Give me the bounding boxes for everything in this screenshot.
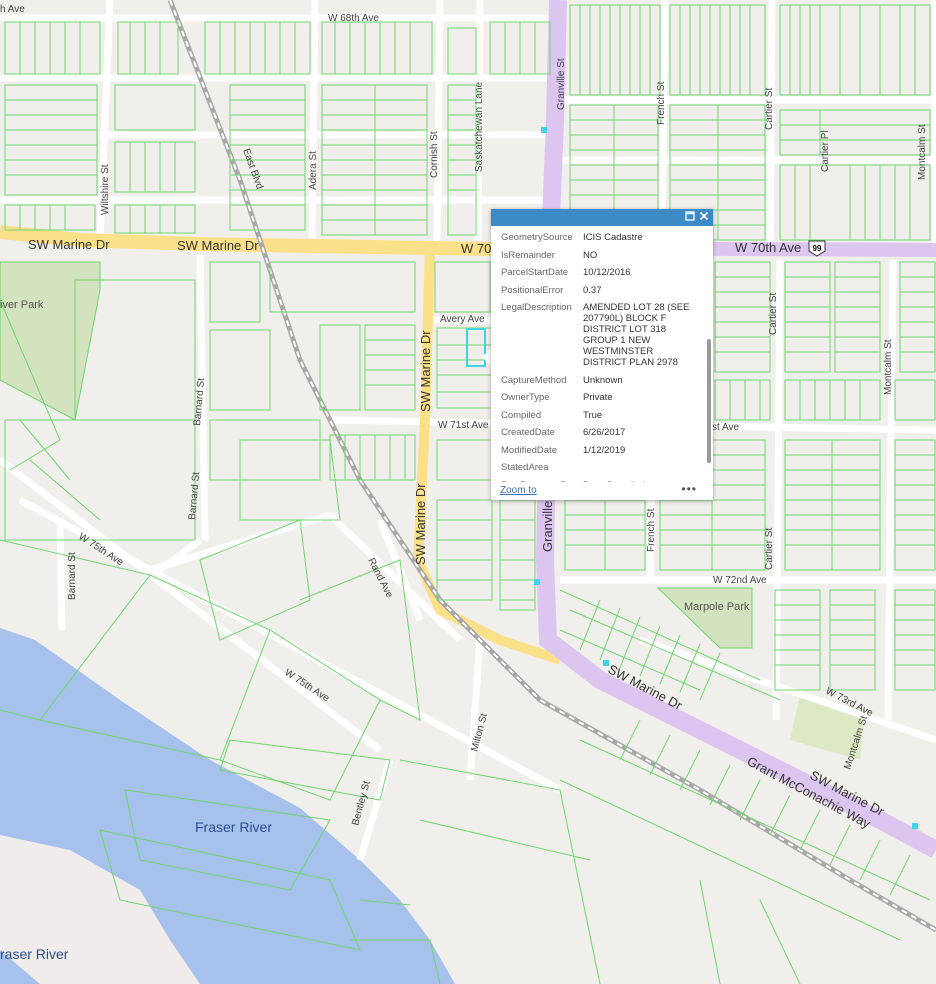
transit-stop-icon	[912, 823, 918, 829]
close-icon[interactable]	[697, 210, 711, 224]
street-label: W 68th Ave	[328, 13, 379, 24]
popup-pointer	[482, 348, 491, 366]
street-label: Cornish St	[429, 131, 440, 178]
street-label: Avery Ave	[440, 314, 485, 325]
street-label: Cartier St	[764, 528, 775, 570]
attribute-value: Unknown	[583, 374, 623, 386]
attribute-value: 10/12/2016	[583, 267, 631, 278]
attribute-row: Compiled True	[501, 410, 703, 421]
attribute-value: AMENDED LOT 28 (SEE 207790L) BLOCK F DIS…	[583, 302, 690, 368]
street-label: Montcalm St	[917, 124, 928, 180]
popup-footer: Zoom to •••	[491, 482, 713, 500]
street-label: Granville St	[556, 58, 567, 110]
street-label: W 72nd Ave	[713, 575, 767, 586]
transit-stop-icon	[534, 579, 540, 585]
attribute-value: Private	[583, 392, 613, 403]
maximize-icon[interactable]	[683, 210, 697, 224]
street-label: SW Marine Dr	[28, 237, 110, 252]
attribute-key: ModifiedDate	[501, 444, 557, 456]
street-label: st Ave	[712, 422, 739, 433]
attribute-key: GeometrySource	[501, 232, 573, 243]
street-label: Granville	[540, 501, 555, 552]
popup-scrollbar[interactable]	[707, 339, 711, 463]
attribute-row: GeometrySource ICIS Cadastre	[501, 232, 703, 243]
popup-header	[491, 209, 713, 226]
water-label: raser River	[0, 946, 69, 962]
street-label: French St	[646, 508, 657, 552]
attribute-key: Compiled	[501, 409, 542, 421]
street-label: W 70	[461, 241, 491, 256]
street-label: Wiltshire St	[100, 164, 111, 215]
street-label: SW Marine Dr	[177, 238, 259, 253]
attribute-key: StatedArea	[501, 462, 549, 473]
attribute-key: ParcelStartDate	[501, 267, 569, 278]
attribute-row: CreatedDate 6/26/2017	[501, 427, 703, 438]
transit-stop-icon	[541, 127, 547, 133]
street-label: Cartier St	[764, 88, 775, 130]
street-label: SW Marine Dr	[413, 483, 428, 565]
street-label: W 70th Ave	[735, 240, 801, 255]
attribute-value: 6/26/2017	[583, 427, 626, 438]
attribute-value: 1/12/2019	[583, 444, 626, 456]
street-label: h Ave	[0, 4, 25, 15]
attribute-value	[583, 462, 699, 473]
street-label: W 71st Ave	[438, 420, 489, 431]
attribute-value: NO	[583, 249, 598, 261]
street-label: Montcalm St	[883, 339, 894, 395]
attribute-row: LegalDescription AMENDED LOT 28 (SEE 2077…	[501, 302, 703, 368]
attribute-row: StatedArea	[501, 462, 703, 473]
more-options-button[interactable]: •••	[681, 482, 697, 496]
attribute-value: True	[583, 409, 603, 421]
street-label: SW Marine Dr	[418, 330, 433, 412]
street-label: French St	[656, 81, 667, 125]
attribute-value: ICIS Cadastre	[583, 232, 643, 243]
attribute-value: 0.37	[583, 284, 602, 296]
attribute-key: OwnerType	[501, 392, 550, 403]
attribute-row: CaptureMethod Unknown	[501, 375, 703, 386]
attribute-row: ParcelStartDate 10/12/2016	[501, 267, 703, 278]
park-label: iver Park	[0, 299, 44, 311]
street-label: Saskatchewan Lane	[474, 81, 485, 172]
street-label: Adera St	[308, 151, 319, 190]
zoom-to-link[interactable]: Zoom to	[500, 485, 537, 496]
attribute-key: LegalDescription	[501, 302, 572, 313]
attribute-row: PositionalError 0.37	[501, 285, 703, 296]
street-label: Cartier St	[768, 293, 779, 335]
attribute-row: IsRemainder NO	[501, 250, 703, 261]
street-label: Cartier Pl	[820, 130, 831, 172]
attribute-key: CreatedDate	[501, 427, 555, 438]
attribute-row: OwnerType Private	[501, 392, 703, 403]
popup-attribute-table[interactable]: GeometrySource ICIS Cadastre IsRemainder N…	[491, 226, 703, 488]
attribute-key: IsRemainder	[501, 249, 555, 261]
street-label: Barnard St	[67, 552, 78, 600]
attribute-key: PositionalError	[501, 284, 564, 296]
feature-popup: GeometrySource ICIS Cadastre IsRemainder N…	[491, 209, 713, 500]
water-label: Fraser River	[195, 819, 272, 835]
highway-99-label: 99	[813, 244, 822, 253]
attribute-key: CaptureMethod	[501, 374, 567, 386]
attribute-row: ModifiedDate 1/12/2019	[501, 445, 703, 456]
park-label: Marpole Park	[684, 601, 750, 613]
transit-stop-icon	[603, 660, 609, 666]
map-canvas[interactable]: 99 h Ave W 68th Ave Granville St French …	[0, 0, 936, 984]
